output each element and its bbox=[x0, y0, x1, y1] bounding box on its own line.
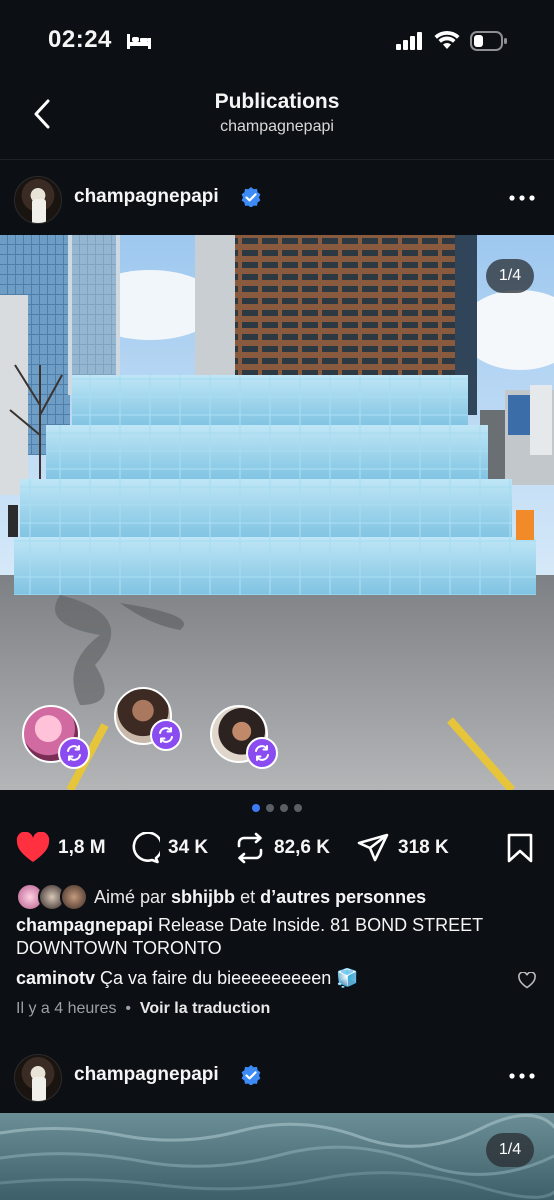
save-button[interactable] bbox=[506, 828, 534, 868]
cellular-signal-icon bbox=[396, 32, 422, 50]
avatar bbox=[60, 883, 88, 911]
heart-filled-icon bbox=[16, 832, 50, 862]
post-caption: champagnepapi Release Date Inside. 81 BO… bbox=[16, 914, 536, 960]
liked-by-others[interactable]: d’autres personnes bbox=[260, 887, 426, 908]
comment-bubble-icon bbox=[132, 832, 160, 864]
top-navigation: Publications champagnepapi bbox=[0, 80, 554, 160]
repost-icon bbox=[237, 832, 263, 864]
page-title: Publications bbox=[214, 90, 340, 113]
comment-count: 34 K bbox=[168, 837, 209, 858]
repost-avatar[interactable] bbox=[210, 705, 278, 769]
avatar[interactable] bbox=[14, 1054, 62, 1102]
carousel-dot bbox=[280, 804, 288, 812]
carousel-dot bbox=[266, 804, 274, 812]
repost-badge bbox=[246, 737, 278, 769]
post-actions: 1,8 M 34 K 82,6 K 318 K bbox=[0, 828, 554, 868]
wifi-icon bbox=[434, 30, 460, 49]
post-timestamp: Il y a 4 heures bbox=[16, 1000, 117, 1017]
post-header: champagnepapi bbox=[0, 160, 554, 236]
carousel-dot bbox=[294, 804, 302, 812]
see-translation-link[interactable]: Voir la traduction bbox=[140, 1000, 270, 1017]
repost-icon bbox=[159, 727, 173, 743]
verified-badge-icon bbox=[241, 1065, 261, 1085]
share-count: 318 K bbox=[398, 837, 449, 858]
repost-badge bbox=[150, 719, 182, 751]
carousel-dot-active bbox=[252, 804, 260, 812]
repost-button[interactable]: 82,6 K bbox=[234, 828, 330, 868]
status-bar: 02:24 bbox=[0, 0, 554, 80]
ice-wall-photo bbox=[0, 235, 554, 790]
meta-separator: • bbox=[120, 1000, 136, 1017]
repost-count: 82,6 K bbox=[274, 837, 330, 858]
bed-icon bbox=[127, 34, 151, 49]
verified-badge-icon bbox=[241, 187, 261, 207]
page-subtitle[interactable]: champagnepapi bbox=[0, 118, 554, 136]
comment-like-heart-icon[interactable] bbox=[518, 972, 536, 989]
repost-icon bbox=[255, 745, 269, 761]
more-options-icon[interactable] bbox=[508, 1066, 536, 1086]
like-button[interactable]: 1,8 M bbox=[16, 828, 106, 868]
more-options-icon[interactable] bbox=[508, 188, 536, 208]
liked-by-and: et bbox=[240, 886, 256, 907]
carousel-counter-badge: 1/4 bbox=[486, 259, 534, 293]
post-username[interactable]: champagnepapi bbox=[74, 1064, 219, 1086]
water-photo bbox=[0, 1113, 554, 1200]
battery-icon bbox=[470, 31, 507, 51]
send-paper-plane-icon bbox=[357, 833, 389, 862]
post-header: champagnepapi bbox=[0, 1038, 554, 1114]
repost-avatar[interactable] bbox=[114, 687, 182, 751]
repost-avatar[interactable] bbox=[22, 705, 90, 769]
liked-by-row[interactable]: Aimé par sbhijbb et d’autres personnes bbox=[16, 882, 426, 912]
post-image[interactable]: 1/4 bbox=[0, 1113, 554, 1200]
share-button[interactable]: 318 K bbox=[356, 828, 449, 868]
top-comment[interactable]: caminotv Ça va faire du bieeeeeeeeen 🧊 bbox=[16, 968, 536, 989]
avatar[interactable] bbox=[14, 176, 62, 224]
like-count: 1,8 M bbox=[58, 837, 106, 858]
comment-username[interactable]: caminotv bbox=[16, 968, 95, 988]
status-time: 02:24 bbox=[48, 26, 112, 53]
carousel-counter-badge: 1/4 bbox=[486, 1133, 534, 1167]
repost-badge bbox=[58, 737, 90, 769]
comment-button[interactable]: 34 K bbox=[128, 828, 208, 868]
repost-icon bbox=[67, 745, 81, 761]
liked-by-avatars bbox=[16, 883, 90, 911]
post-image[interactable]: 1/4 bbox=[0, 235, 554, 790]
carousel-indicator bbox=[0, 804, 554, 816]
liked-by-username[interactable]: sbhijbb bbox=[171, 887, 235, 908]
post-username[interactable]: champagnepapi bbox=[74, 186, 219, 208]
bookmark-icon bbox=[507, 833, 533, 863]
caption-username[interactable]: champagnepapi bbox=[16, 915, 153, 935]
liked-by-prefix: Aimé par bbox=[94, 886, 167, 907]
post-meta: Il y a 4 heures • Voir la traduction bbox=[16, 1000, 270, 1018]
comment-text: Ça va faire du bieeeeeeeeen 🧊 bbox=[100, 968, 359, 988]
